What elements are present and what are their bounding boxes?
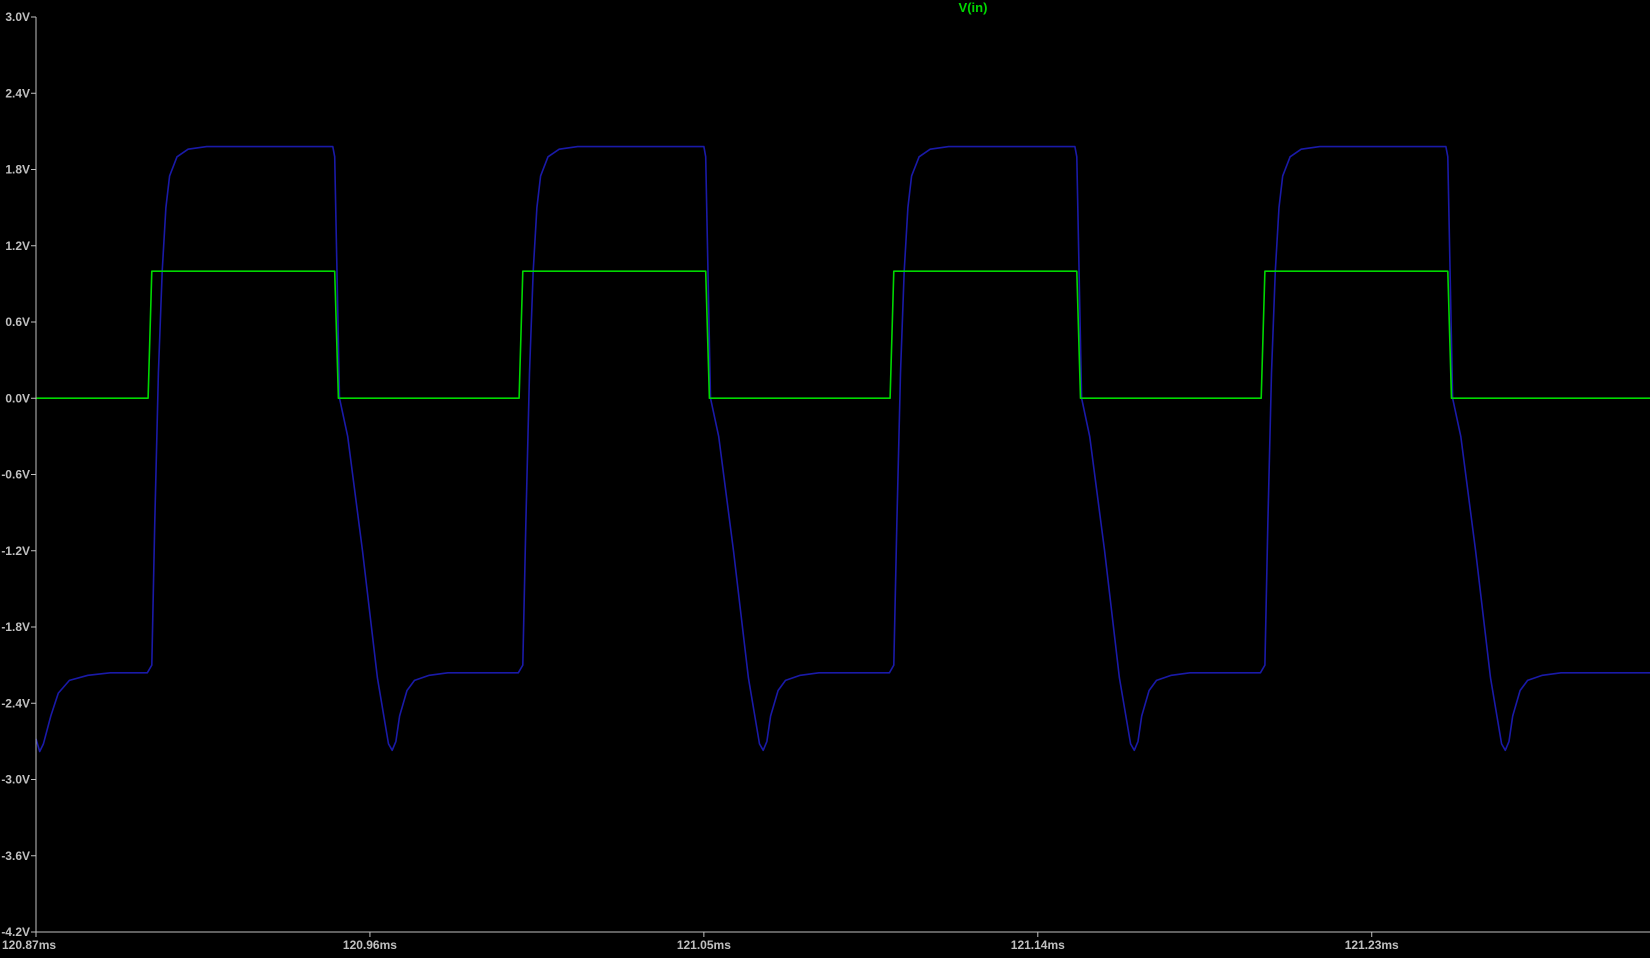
y-tick-label: -0.6V bbox=[1, 468, 30, 482]
waveform-plot[interactable]: 3.0V 2.4V 1.8V 1.2V 0.6V 0.0V -0.6V -1.2V -1.8V -… bbox=[0, 0, 1650, 958]
y-tick-label: 1.2V bbox=[5, 239, 30, 253]
y-tick-label: -1.2V bbox=[1, 544, 30, 558]
y-tick-label: -3.0V bbox=[1, 773, 30, 787]
y-tick-label: 1.8V bbox=[5, 163, 30, 177]
y-tick-label: 3.0V bbox=[5, 10, 30, 24]
legend: V(in) bbox=[959, 0, 988, 15]
y-tick-label: 2.4V bbox=[5, 86, 30, 100]
y-tick-label: 0.6V bbox=[5, 315, 30, 329]
x-tick-label: 120.87ms bbox=[2, 938, 56, 952]
y-tick-label: -3.6V bbox=[1, 849, 30, 863]
x-tick-label: 120.96ms bbox=[343, 938, 397, 952]
x-tick-label: 121.23ms bbox=[1345, 938, 1399, 952]
y-tick-label: 0.0V bbox=[5, 391, 30, 405]
y-tick-label: -2.4V bbox=[1, 696, 30, 710]
y-tick-label: -4.2V bbox=[1, 925, 30, 939]
plot-background bbox=[0, 0, 1650, 958]
trace-label-vin[interactable]: V(in) bbox=[959, 0, 988, 15]
x-tick-label: 121.05ms bbox=[677, 938, 731, 952]
y-tick-label: -1.8V bbox=[1, 620, 30, 634]
x-tick-label: 121.14ms bbox=[1011, 938, 1065, 952]
